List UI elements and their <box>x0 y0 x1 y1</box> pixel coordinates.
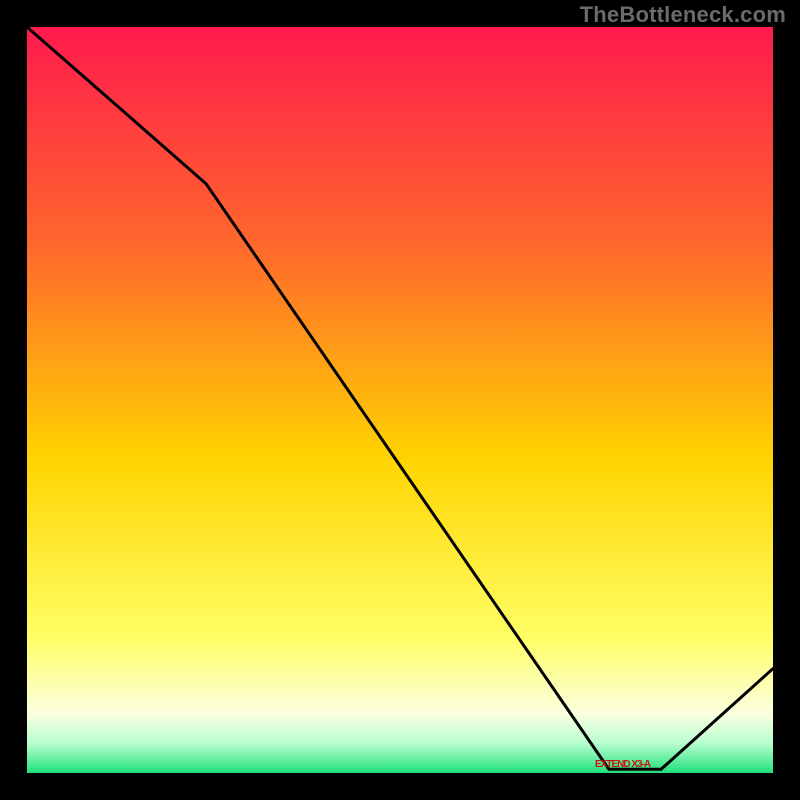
gradient-background <box>27 27 773 773</box>
x-axis-series-label: EXTEND X3-A <box>595 759 651 770</box>
chart-frame: TheBottleneck.com EXTEND X3-A <box>0 0 800 800</box>
attribution-text: TheBottleneck.com <box>580 2 786 28</box>
plot-area: EXTEND X3-A <box>27 27 773 773</box>
chart-svg: EXTEND X3-A <box>27 27 773 773</box>
